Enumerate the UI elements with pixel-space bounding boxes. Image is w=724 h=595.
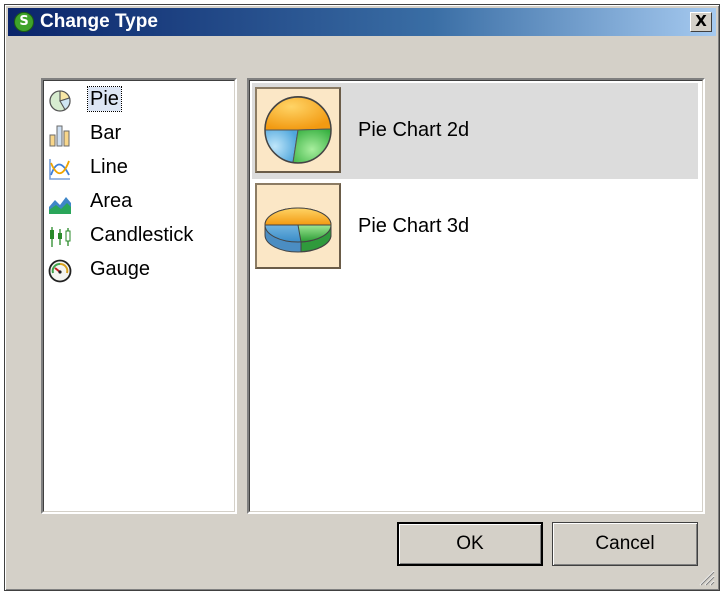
bar-icon (49, 125, 70, 147)
app-logo-icon: S (14, 12, 34, 32)
chart-type-item-gauge[interactable]: Gauge (46, 254, 232, 286)
chart-type-item-line[interactable]: Line (46, 152, 232, 184)
subtype-thumbnail (255, 183, 341, 269)
pie-3d-icon (264, 207, 332, 253)
pie-2d-icon (264, 96, 332, 164)
chart-type-item-bar[interactable]: Bar (46, 118, 232, 150)
chart-subtype-list[interactable]: Pie Chart 2d Pie Chart 3d (247, 78, 705, 514)
chart-type-label: Area (90, 190, 133, 212)
chart-type-label: Line (90, 156, 128, 178)
chart-type-label: Pie (87, 86, 122, 112)
chart-type-label: Candlestick (90, 224, 194, 246)
candlestick-icon (50, 227, 71, 247)
resize-grip-icon[interactable] (697, 568, 715, 586)
chart-type-label: Bar (90, 122, 122, 144)
cancel-button[interactable]: Cancel (552, 522, 698, 566)
chart-type-item-pie[interactable]: Pie (46, 84, 232, 116)
chart-type-label: Gauge (90, 258, 151, 280)
pie-icon (49, 90, 71, 112)
gauge-icon (48, 259, 72, 283)
close-button[interactable]: X (690, 12, 712, 32)
title-bar[interactable]: S Change Type X (8, 8, 716, 36)
subtype-item-pie-2d[interactable]: Pie Chart 2d (252, 83, 698, 179)
area-icon (49, 197, 71, 214)
subtype-item-pie-3d[interactable]: Pie Chart 3d (252, 179, 698, 275)
subtype-label: Pie Chart 3d (358, 215, 470, 237)
line-icon (49, 159, 70, 180)
chart-type-item-candlestick[interactable]: Candlestick (46, 220, 232, 252)
chart-type-list[interactable]: Pie Bar Line Area Candlestick Gauge (41, 78, 237, 514)
change-type-dialog: S Change Type X Pie Bar Line Area Candle… (4, 4, 720, 591)
chart-type-item-area[interactable]: Area (46, 186, 232, 218)
subtype-thumbnail (255, 87, 341, 173)
ok-button[interactable]: OK (397, 522, 543, 566)
dialog-title: Change Type (40, 11, 158, 32)
subtype-label: Pie Chart 2d (358, 119, 470, 141)
